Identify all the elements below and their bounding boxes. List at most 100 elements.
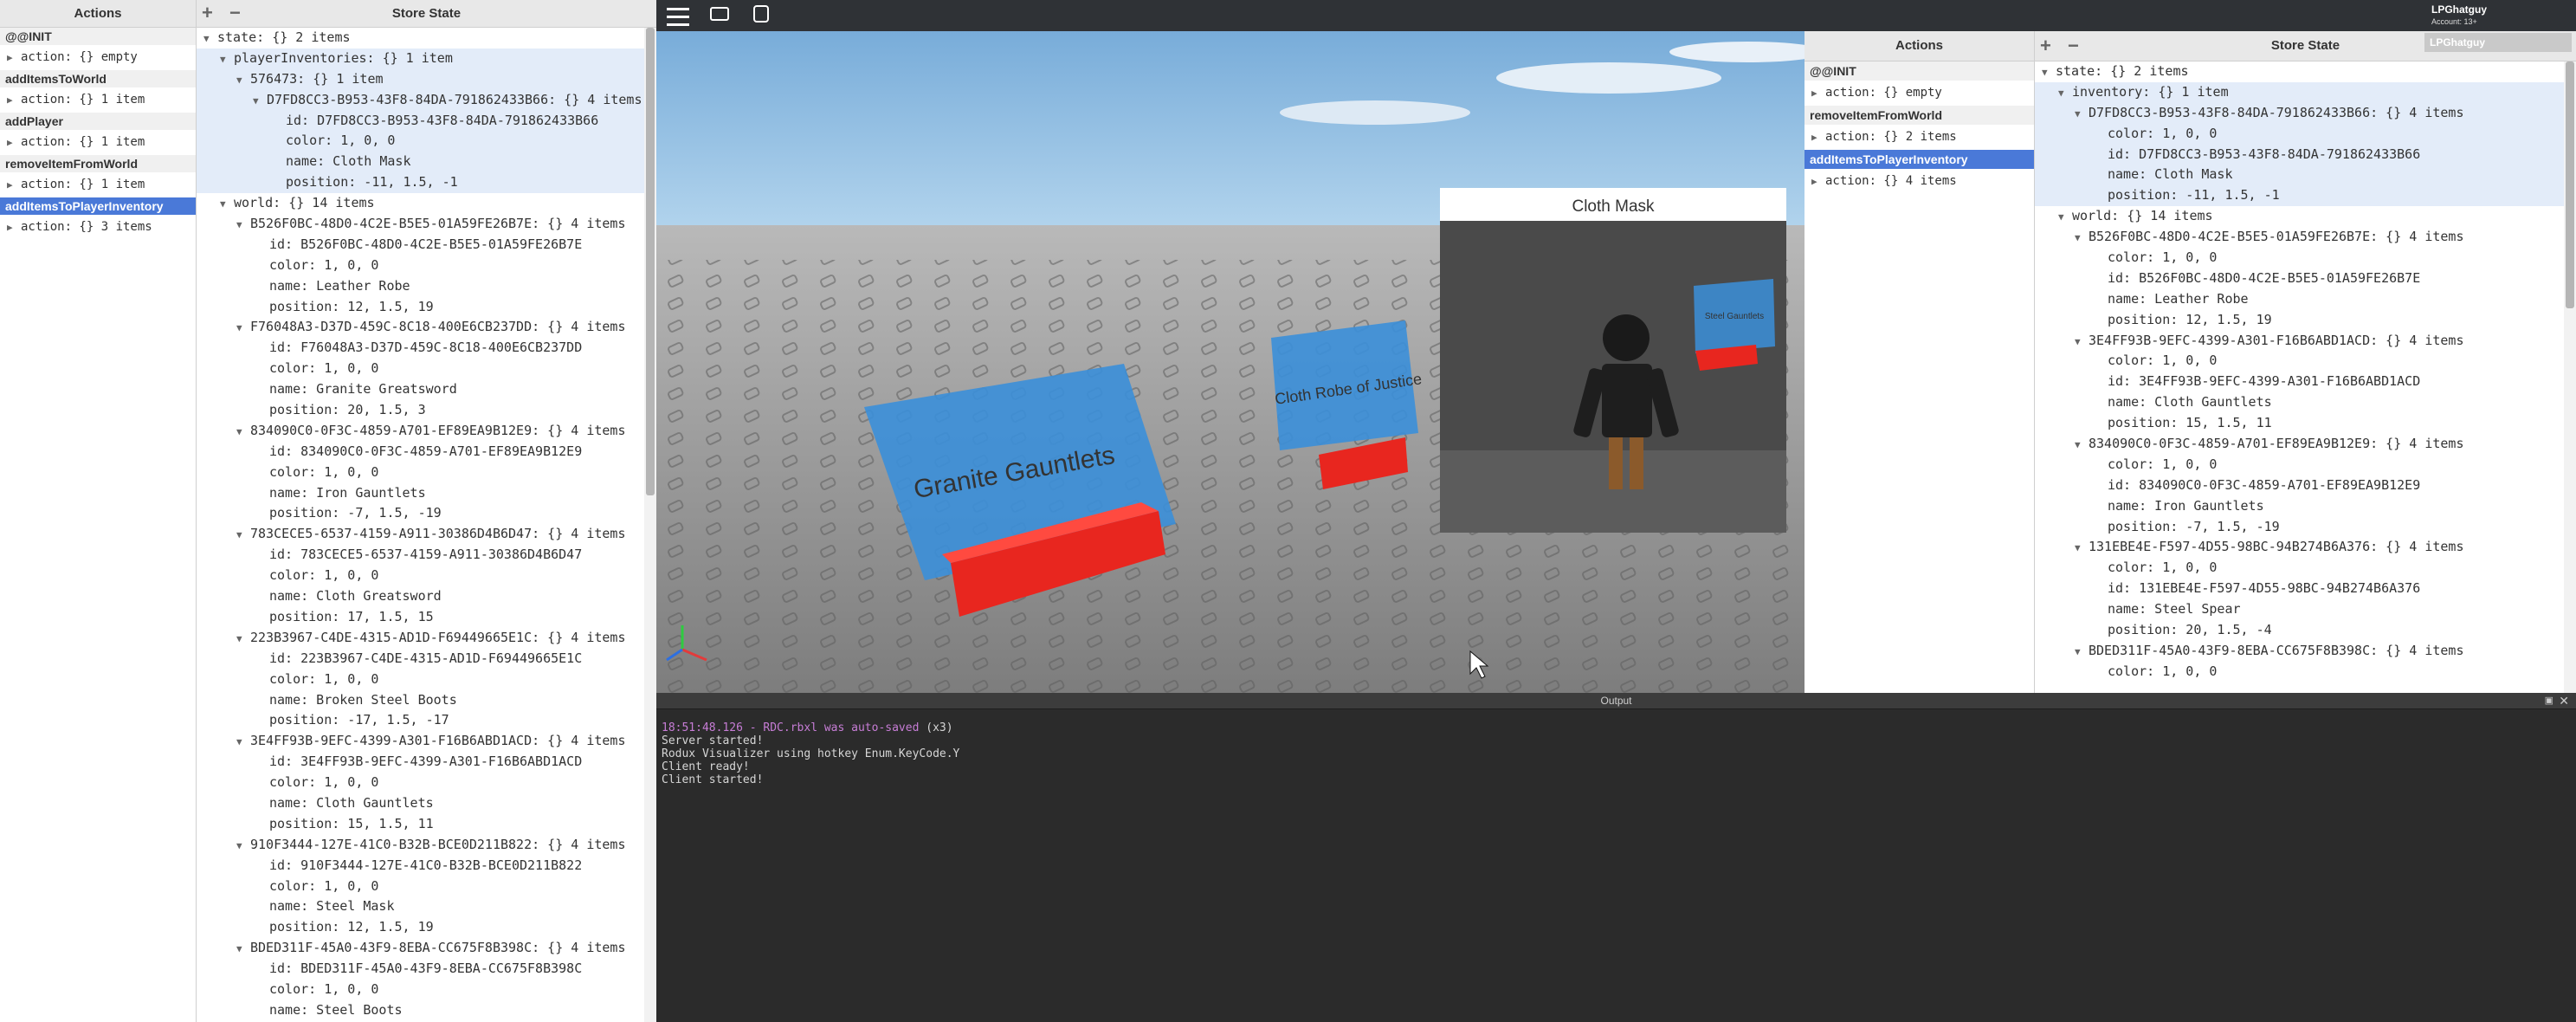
- output-title: Output: [1600, 695, 1632, 707]
- state-tree-row[interactable]: ▼ playerInventories: {} 1 item: [197, 48, 644, 69]
- expand-arrow-icon[interactable]: ▶: [7, 130, 21, 155]
- action-item-title[interactable]: addItemsToWorld: [0, 70, 196, 87]
- state-tree-row[interactable]: ▼ state: {} 2 items: [197, 28, 644, 49]
- action-item-title[interactable]: addItemsToPlayerInventory: [1804, 150, 2034, 169]
- state-tree-label: 3E4FF93B-9EFC-4399-A301-F16B6ABD1ACD: {}…: [2089, 332, 2464, 348]
- collapse-arrow-icon[interactable]: ▼: [236, 939, 250, 959]
- collapse-arrow-icon[interactable]: ▼: [220, 49, 234, 69]
- state-tree-row[interactable]: ▼ D7FD8CC3-B953-43F8-84DA-791862433B66: {…: [197, 89, 644, 111]
- state-tree-row[interactable]: ▼ F76048A3-D37D-459C-8C18-400E6CB237DD: {…: [197, 317, 644, 338]
- state-tree-row[interactable]: ▼ 834090C0-0F3C-4859-A701-EF89EA9B12E9: {…: [197, 421, 644, 442]
- action-item-detail[interactable]: ▶ action: {} 4 items: [1804, 169, 2034, 194]
- log-autosave-msg: - RDC.rbxl was auto-saved: [742, 721, 920, 734]
- state-tree-label: position: -7, 1.5, -19: [269, 505, 442, 521]
- scrollbar-thumb[interactable]: [646, 28, 655, 495]
- state-tree-row[interactable]: ▼ 910F3444-127E-41C0-B32B-BCE0D211B822: {…: [197, 835, 644, 856]
- state-tree-row: color: 1, 0, 0: [197, 669, 644, 690]
- action-item-detail[interactable]: ▶ action: {} 1 item: [0, 130, 196, 155]
- scrollbar[interactable]: [644, 28, 656, 1022]
- state-tree-label: D7FD8CC3-B953-43F8-84DA-791862433B66: {}…: [267, 91, 642, 107]
- action-item-detail[interactable]: ▶ action: {} 3 items: [0, 215, 196, 240]
- collapse-arrow-icon[interactable]: ▼: [236, 215, 250, 235]
- avatar-leg: [1609, 437, 1623, 489]
- state-tree-row[interactable]: ▼ B526F0BC-48D0-4C2E-B5E5-01A59FE26B7E: {…: [197, 214, 644, 235]
- state-tree-row[interactable]: ▼ B526F0BC-48D0-4C2E-B5E5-01A59FE26B7E: {…: [2035, 227, 2564, 248]
- state-tree-row[interactable]: ▼ world: {} 14 items: [2035, 206, 2564, 227]
- expand-arrow-icon[interactable]: ▶: [7, 172, 21, 197]
- collapse-arrow-icon[interactable]: ▼: [220, 194, 234, 214]
- state-tree-row[interactable]: ▼ 3E4FF93B-9EFC-4399-A301-F16B6ABD1ACD: {…: [197, 731, 644, 752]
- action-item-detail[interactable]: ▶ action: {} empty: [0, 45, 196, 70]
- expand-arrow-icon[interactable]: ▶: [7, 45, 21, 70]
- collapse-arrow-icon[interactable]: ▼: [236, 525, 250, 545]
- collapse-arrow-icon[interactable]: ▼: [253, 91, 267, 111]
- collapse-arrow-icon[interactable]: ▼: [2058, 83, 2072, 103]
- game-viewport[interactable]: Granite Gauntlets Cloth Robe of Justice …: [656, 0, 2576, 693]
- state-tree-row[interactable]: ▼ state: {} 2 items: [2035, 61, 2564, 82]
- collapse-arrow-icon[interactable]: ▼: [2075, 104, 2089, 124]
- state-tree-row[interactable]: ▼ 576473: {} 1 item: [197, 68, 644, 90]
- state-tree-row[interactable]: ▼ 3E4FF93B-9EFC-4399-A301-F16B6ABD1ACD: {…: [2035, 331, 2564, 352]
- expand-arrow-icon[interactable]: ▶: [1811, 125, 1825, 150]
- state-tree-row[interactable]: ▼ inventory: {} 1 item: [2035, 81, 2564, 103]
- action-item-detail[interactable]: ▶ action: {} empty: [1804, 81, 2034, 106]
- state-tree-row[interactable]: ▼ BDED311F-45A0-43F9-8EBA-CC675F8B398C: {…: [2035, 641, 2564, 662]
- state-tree-row[interactable]: ▼ 834090C0-0F3C-4859-A701-EF89EA9B12E9: {…: [2035, 434, 2564, 455]
- expand-arrow-icon[interactable]: ▶: [1811, 81, 1825, 106]
- expand-arrow-icon[interactable]: ▶: [7, 87, 21, 113]
- action-item-detail[interactable]: ▶ action: {} 2 items: [1804, 125, 2034, 150]
- action-item-detail[interactable]: ▶ action: {} 1 item: [0, 172, 196, 197]
- state-tree-label: position: 15, 1.5, 11: [269, 815, 434, 831]
- collapse-arrow-icon[interactable]: ▼: [203, 29, 217, 49]
- actions-header: Actions: [1804, 31, 2034, 61]
- collapse-arrow-icon[interactable]: ▼: [236, 836, 250, 856]
- state-tree-row[interactable]: ▼ BDED311F-45A0-43F9-8EBA-CC675F8B398C: {…: [197, 938, 644, 959]
- collapse-arrow-icon[interactable]: ▼: [2042, 62, 2056, 82]
- collapse-arrow-icon[interactable]: ▼: [2075, 332, 2089, 352]
- collapse-arrow-icon[interactable]: ▼: [236, 70, 250, 90]
- state-tree-label: 834090C0-0F3C-4859-A701-EF89EA9B12E9: {}…: [250, 422, 626, 438]
- action-item-title[interactable]: @@INIT: [0, 28, 196, 45]
- state-tree-row[interactable]: ▼ 783CECE5-6537-4159-A911-30386D4B6D47: {…: [197, 524, 644, 545]
- collapse-arrow-icon[interactable]: ▼: [2075, 642, 2089, 662]
- expand-arrow-icon[interactable]: ▶: [1811, 169, 1825, 194]
- collapse-arrow-icon[interactable]: ▼: [2075, 435, 2089, 455]
- state-tree-row: name: Steel Mask: [197, 896, 644, 917]
- state-tree-label: name: Broken Steel Boots: [269, 691, 457, 708]
- state-tree-row: name: Cloth Mask: [197, 152, 644, 173]
- state-tree-row: id: 783CECE5-6537-4159-A911-30386D4B6D47: [197, 545, 644, 566]
- dock-icon[interactable]: ▣: [2545, 693, 2553, 708]
- action-item-title[interactable]: removeItemFromWorld: [1804, 106, 2034, 125]
- backpack-icon[interactable]: [753, 5, 776, 26]
- menu-icon[interactable]: [667, 5, 689, 26]
- state-tree-row[interactable]: ▼ 223B3967-C4DE-4315-AD1D-F69449665E1C: {…: [197, 628, 644, 649]
- close-icon[interactable]: ✕: [2559, 693, 2569, 708]
- state-tree-row[interactable]: ▼ 131EBE4E-F597-4D55-98BC-94B274B6A376: {…: [2035, 537, 2564, 558]
- collapse-arrow-icon[interactable]: ▼: [236, 318, 250, 338]
- action-item-title[interactable]: addPlayer: [0, 113, 196, 130]
- state-tree-label: id: 3E4FF93B-9EFC-4399-A301-F16B6ABD1ACD: [2108, 373, 2421, 390]
- action-detail-label: action: {} empty: [21, 50, 138, 64]
- state-tree-row[interactable]: ▼ world: {} 14 items: [197, 193, 644, 214]
- chat-icon[interactable]: [710, 5, 733, 26]
- collapse-arrow-icon[interactable]: ▼: [236, 732, 250, 752]
- action-item-detail[interactable]: ▶ action: {} 1 item: [0, 87, 196, 113]
- collapse-arrow-icon[interactable]: ▼: [236, 422, 250, 442]
- state-tree-row: name: Iron Gauntlets: [197, 483, 644, 504]
- state-tree-label: inventory: {} 1 item: [2072, 83, 2229, 100]
- state-tree-row[interactable]: ▼ D7FD8CC3-B953-43F8-84DA-791862433B66: {…: [2035, 102, 2564, 124]
- expand-arrow-icon[interactable]: ▶: [7, 215, 21, 240]
- collapse-arrow-icon[interactable]: ▼: [2075, 538, 2089, 558]
- action-item-title[interactable]: addItemsToPlayerInventory: [0, 197, 196, 215]
- collapse-arrow-icon[interactable]: ▼: [236, 629, 250, 649]
- collapse-arrow-icon[interactable]: ▼: [2058, 207, 2072, 227]
- roblox-topbar: LPGhatguy Account: 13+: [656, 0, 2576, 31]
- scrollbar[interactable]: [2564, 61, 2576, 693]
- state-tree-row: name: Cloth Gauntlets: [2035, 392, 2564, 413]
- action-item-title[interactable]: @@INIT: [1804, 61, 2034, 81]
- collapse-arrow-icon[interactable]: ▼: [2075, 228, 2089, 248]
- state-tree-label: color: 1, 0, 0: [2108, 560, 2218, 576]
- state-tree-label: position: -11, 1.5, -1: [286, 174, 458, 191]
- action-item-title[interactable]: removeItemFromWorld: [0, 155, 196, 172]
- scrollbar-thumb[interactable]: [2566, 61, 2574, 308]
